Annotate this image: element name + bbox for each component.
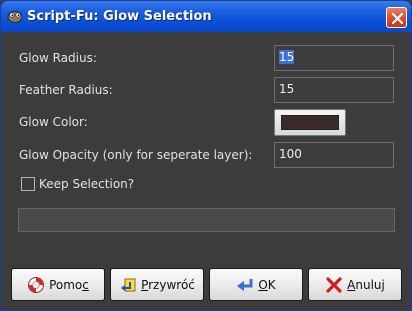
undo-arrow-icon xyxy=(119,276,137,294)
close-button[interactable] xyxy=(386,7,407,28)
glow-radius-input[interactable]: 15 xyxy=(274,45,394,71)
lifebuoy-icon xyxy=(27,276,45,294)
reset-label: Przywróć xyxy=(141,277,195,292)
dialog-window: Script-Fu: Glow Selection Glow Radius: 1… xyxy=(0,0,412,311)
title-bar[interactable]: Script-Fu: Glow Selection xyxy=(1,1,411,32)
progress-bar xyxy=(18,208,395,232)
feather-radius-value: 15 xyxy=(279,82,295,96)
glow-opacity-value: 100 xyxy=(279,147,302,161)
glow-opacity-input[interactable]: 100 xyxy=(274,142,394,168)
glow-opacity-label: Glow Opacity (only for seperate layer): xyxy=(19,148,253,162)
feather-radius-label: Feather Radius: xyxy=(19,83,113,97)
glow-color-label: Glow Color: xyxy=(19,115,88,129)
help-label: Pomoc xyxy=(49,277,89,292)
feather-radius-input[interactable]: 15 xyxy=(274,77,394,103)
glow-radius-value: 15 xyxy=(279,50,295,64)
help-button[interactable]: Pomoc xyxy=(11,268,105,301)
ok-arrow-icon xyxy=(236,276,254,294)
ok-button[interactable]: OK xyxy=(209,268,303,301)
reset-button[interactable]: Przywróć xyxy=(110,268,204,301)
window-title: Script-Fu: Glow Selection xyxy=(27,9,212,24)
glow-color-swatch xyxy=(281,115,339,130)
glow-radius-label: Glow Radius: xyxy=(19,51,97,65)
close-icon xyxy=(391,12,404,25)
gimp-icon xyxy=(7,9,23,23)
glow-color-button[interactable] xyxy=(274,109,346,136)
cancel-button[interactable]: Anuluj xyxy=(308,268,402,301)
ok-label: OK xyxy=(258,277,276,292)
keep-selection-checkbox[interactable] xyxy=(21,177,35,191)
red-x-icon xyxy=(325,276,343,294)
cancel-label: Anuluj xyxy=(347,277,385,292)
keep-selection-label[interactable]: Keep Selection? xyxy=(39,177,134,191)
